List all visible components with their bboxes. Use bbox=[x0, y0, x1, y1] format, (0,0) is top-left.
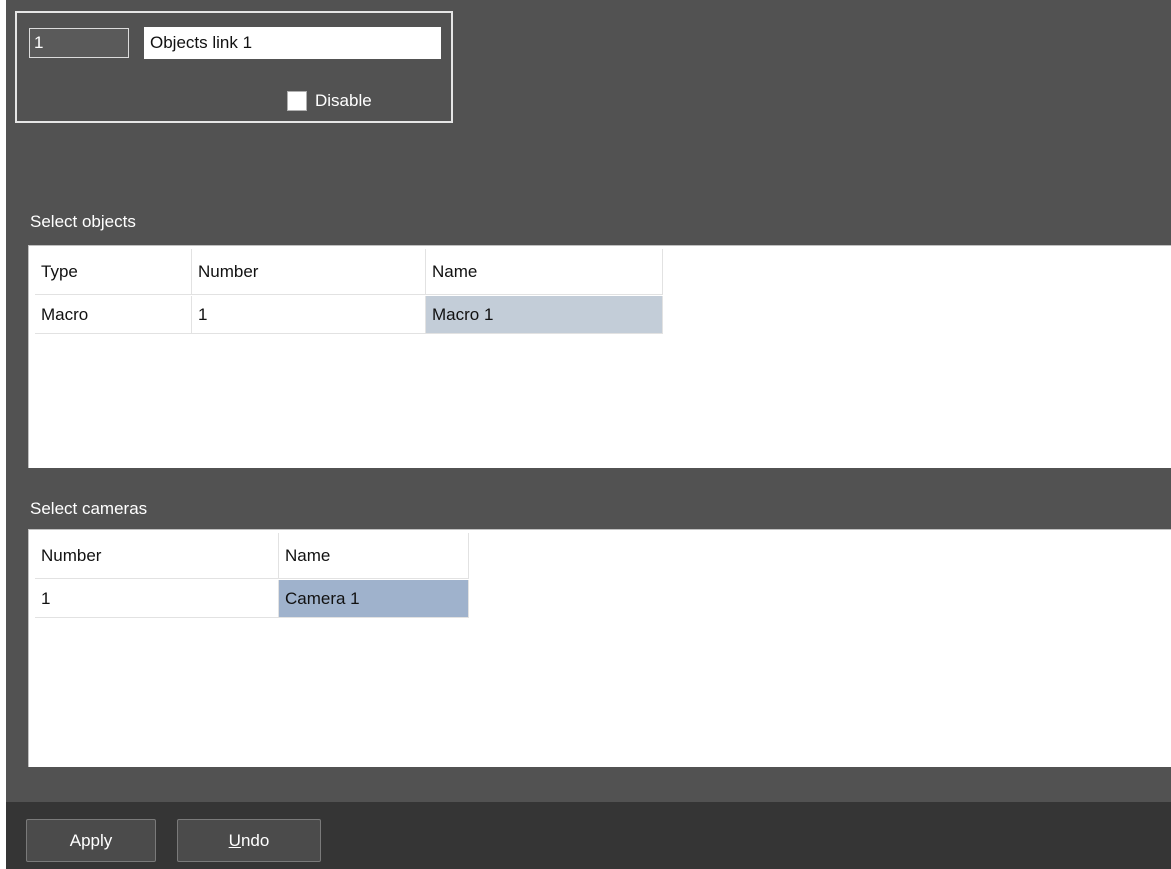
undo-button[interactable]: Undo bbox=[177, 819, 321, 862]
column-header-name[interactable]: Name bbox=[426, 249, 663, 295]
table-row[interactable]: 1 Camera 1 bbox=[35, 580, 469, 618]
disable-label: Disable bbox=[315, 91, 372, 110]
undo-label-rest: ndo bbox=[240, 830, 270, 850]
cell-type[interactable]: Macro bbox=[35, 296, 192, 334]
cell-name[interactable]: Macro 1 bbox=[426, 296, 663, 334]
object-id-field[interactable] bbox=[29, 28, 129, 58]
objects-grid: Type Number Name Macro 1 Macro 1 bbox=[28, 245, 1171, 468]
action-bar: Apply Undo bbox=[6, 802, 1171, 869]
disable-checkbox[interactable] bbox=[287, 91, 307, 111]
settings-window: Disable Select objects Type Number Name … bbox=[6, 0, 1171, 869]
cell-name[interactable]: Camera 1 bbox=[279, 580, 469, 618]
select-cameras-label: Select cameras bbox=[30, 499, 148, 518]
undo-accelerator: U bbox=[228, 830, 241, 850]
cameras-grid: Number Name 1 Camera 1 bbox=[28, 529, 1171, 767]
cell-number[interactable]: 1 bbox=[192, 296, 426, 334]
column-header-type[interactable]: Type bbox=[35, 249, 192, 295]
object-header-box: Disable bbox=[15, 11, 453, 123]
column-header-number[interactable]: Number bbox=[192, 249, 426, 295]
table-row[interactable]: Macro 1 Macro 1 bbox=[35, 296, 663, 334]
objects-header-row: Type Number Name bbox=[35, 249, 663, 295]
cameras-header-row: Number Name bbox=[35, 533, 469, 579]
apply-button[interactable]: Apply bbox=[26, 819, 156, 862]
cell-number[interactable]: 1 bbox=[35, 580, 279, 618]
column-header-name[interactable]: Name bbox=[279, 533, 469, 579]
column-header-number[interactable]: Number bbox=[35, 533, 279, 579]
select-objects-label: Select objects bbox=[30, 212, 136, 231]
object-name-field[interactable] bbox=[144, 27, 441, 59]
disable-control[interactable]: Disable bbox=[287, 89, 372, 113]
